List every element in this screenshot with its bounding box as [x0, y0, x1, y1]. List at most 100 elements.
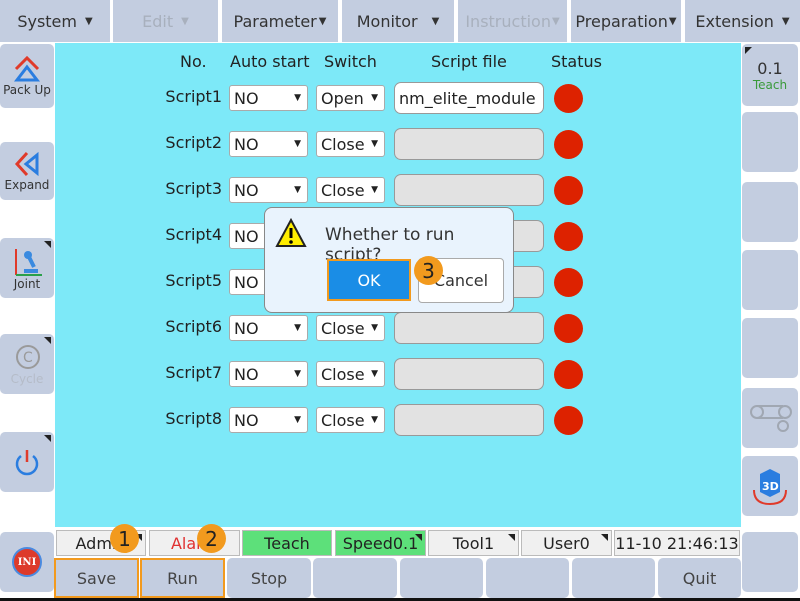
menu-label: Preparation — [575, 11, 668, 31]
stop-button[interactable]: Stop — [227, 558, 311, 598]
corner-marker — [44, 337, 51, 344]
header-auto-start: Auto start — [230, 52, 310, 71]
chevron-down-icon: ▼ — [181, 15, 189, 27]
menu-label: System — [17, 11, 77, 31]
speed-value: 0.1 — [757, 58, 783, 78]
datetime-label: 11-10 21:46:13 — [615, 533, 739, 553]
run-button[interactable]: Run — [140, 558, 225, 598]
script-file-input[interactable] — [394, 128, 544, 160]
menu-monitor[interactable]: Monitor ▼ — [342, 0, 454, 42]
auto-start-value: NO — [234, 88, 259, 108]
user-frame-label: User0 — [543, 533, 590, 553]
script-file-input[interactable] — [394, 404, 544, 436]
ini-button[interactable]: INI — [0, 532, 54, 592]
step-badge-1: 1 — [110, 524, 139, 553]
switch-select[interactable]: Close ▼ — [316, 315, 385, 341]
ini-icon: INI — [12, 547, 42, 577]
warning-icon — [275, 218, 307, 247]
step-badge-2: 2 — [197, 524, 226, 553]
menu-system[interactable]: System ▼ — [0, 0, 110, 42]
auto-start-select[interactable]: NO ▼ — [229, 407, 308, 433]
switch-select[interactable]: Close ▼ — [316, 407, 385, 433]
empty-button-3[interactable] — [486, 558, 569, 598]
status-indicator — [554, 360, 583, 389]
script-file-input[interactable]: nm_elite_module — [394, 82, 544, 114]
script-name: Script7 — [165, 363, 222, 382]
power-icon — [15, 450, 39, 476]
header-switch: Switch — [324, 52, 377, 71]
switch-value: Close — [321, 364, 365, 384]
confirm-dialog: Whether to run script? OK Cancel — [264, 207, 514, 313]
tool-status[interactable]: Tool1 — [428, 530, 519, 556]
3d-view-button[interactable]: 3D — [742, 456, 798, 516]
switch-select[interactable]: Close ▼ — [316, 361, 385, 387]
switch-value: Close — [321, 134, 365, 154]
menu-preparation[interactable]: Preparation ▼ — [571, 0, 681, 42]
speed-button[interactable]: 0.1 Teach — [742, 44, 798, 106]
3d-view-icon: 3D — [753, 469, 787, 506]
script-file-input[interactable] — [394, 358, 544, 390]
auto-start-select[interactable]: NO ▼ — [229, 361, 308, 387]
chevron-down-icon: ▼ — [371, 93, 378, 103]
user-frame-status[interactable]: User0 — [521, 530, 612, 556]
switch-select[interactable]: Open ▼ — [316, 85, 385, 111]
script-name: Script1 — [165, 87, 222, 106]
chevron-down-icon: ▼ — [371, 139, 378, 149]
right-button-2[interactable] — [742, 112, 798, 172]
switch-select[interactable]: Close ▼ — [316, 177, 385, 203]
quit-button[interactable]: Quit — [658, 558, 741, 598]
status-indicator — [554, 406, 583, 435]
chevron-down-icon: ▼ — [294, 323, 301, 333]
menu-label: Edit — [142, 11, 174, 31]
mode-status: Teach — [242, 530, 332, 556]
chevron-down-icon: ▼ — [781, 15, 790, 27]
right-button-5[interactable] — [742, 318, 798, 378]
empty-button-1[interactable] — [313, 558, 397, 598]
script-file-input[interactable] — [394, 174, 544, 206]
header-status: Status — [551, 52, 602, 71]
chevron-down-icon: ▼ — [294, 93, 301, 103]
ok-button[interactable]: OK — [327, 259, 411, 301]
pack-up-button[interactable]: Pack Up — [0, 44, 54, 108]
chevron-down-icon: ▼ — [431, 15, 440, 27]
empty-button-4[interactable] — [572, 558, 655, 598]
chevron-down-icon: ▼ — [371, 185, 378, 195]
robot-joint-icon — [15, 249, 42, 276]
auto-start-select[interactable]: NO ▼ — [229, 85, 308, 111]
auto-start-value: NO — [234, 410, 259, 430]
chevron-down-icon: ▼ — [551, 15, 560, 27]
corner-marker — [601, 534, 608, 541]
script-name: Script2 — [165, 133, 222, 152]
empty-button-2[interactable] — [400, 558, 483, 598]
corner-marker — [508, 534, 515, 541]
right-button-4[interactable] — [742, 250, 798, 310]
cycle-label: Cycle — [10, 372, 44, 386]
expand-button[interactable]: Expand — [0, 142, 54, 200]
corner-marker — [44, 241, 51, 248]
status-indicator — [554, 222, 583, 251]
auto-start-value: NO — [234, 272, 259, 292]
status-indicator — [554, 314, 583, 343]
script-file-input[interactable] — [394, 312, 544, 344]
power-button[interactable] — [0, 432, 54, 492]
save-button[interactable]: Save — [54, 558, 139, 598]
speed-status[interactable]: Speed0.1 — [335, 530, 426, 556]
expand-icon — [14, 151, 39, 177]
menu-instruction: Instruction ▼ — [458, 0, 567, 42]
joint-button[interactable]: Joint — [0, 238, 54, 298]
status-indicator — [554, 84, 583, 113]
right-button-8[interactable] — [742, 532, 798, 592]
switch-select[interactable]: Close ▼ — [316, 131, 385, 157]
chevron-down-icon: ▼ — [294, 369, 301, 379]
menu-extension[interactable]: Extension ▼ — [685, 0, 800, 42]
chevron-down-icon: ▼ — [371, 323, 378, 333]
menu-parameter[interactable]: Parameter ▼ — [222, 0, 338, 42]
script-name: Script3 — [165, 179, 222, 198]
alarm-status[interactable]: Alarm — [149, 530, 240, 556]
chevron-down-icon: ▼ — [371, 369, 378, 379]
chevron-down-icon: ▼ — [294, 415, 301, 425]
auto-start-select[interactable]: NO ▼ — [229, 177, 308, 203]
right-button-3[interactable] — [742, 182, 798, 242]
auto-start-select[interactable]: NO ▼ — [229, 315, 308, 341]
auto-start-select[interactable]: NO ▼ — [229, 131, 308, 157]
